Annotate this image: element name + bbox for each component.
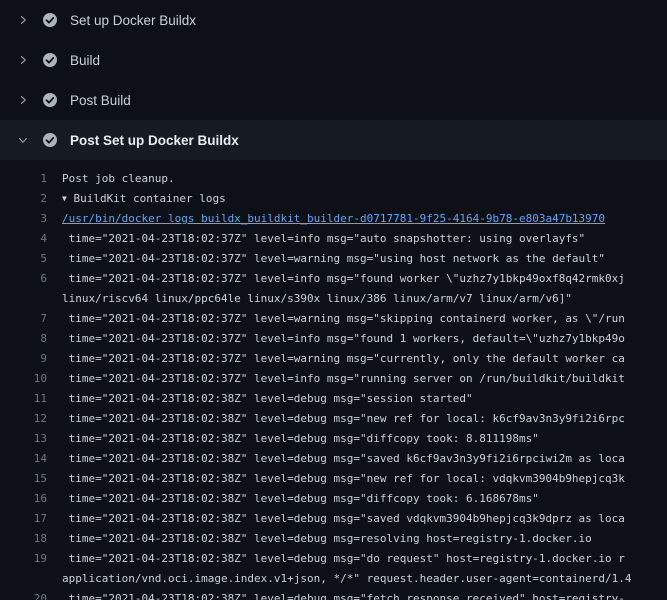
log-line-19: 19 time="2021-04-23T18:02:38Z" level=deb…: [0, 549, 667, 569]
log-text: time="2021-04-23T18:02:37Z" level=warnin…: [62, 349, 625, 369]
step-label: Post Set up Docker Buildx: [70, 133, 239, 148]
log-area: 1 Post job cleanup. 2 ▼ BuildKit container …: [0, 160, 667, 600]
chevron-down-icon: [16, 133, 30, 147]
log-text: time="2021-04-23T18:02:37Z" level=warnin…: [62, 249, 605, 269]
log-text: time="2021-04-23T18:02:38Z" level=debug …: [62, 409, 625, 429]
step-label: Post Build: [70, 93, 131, 108]
log-line-14: 14 time="2021-04-23T18:02:38Z" level=deb…: [0, 449, 667, 469]
log-line-16: 16 time="2021-04-23T18:02:38Z" level=deb…: [0, 489, 667, 509]
log-line-3: 3/usr/bin/docker logs buildx_buildkit_bu…: [0, 209, 667, 229]
log-line-9: 9 time="2021-04-23T18:02:37Z" level=warn…: [0, 349, 667, 369]
log-line-8: 8 time="2021-04-23T18:02:37Z" level=info…: [0, 329, 667, 349]
log-line-12: 12 time="2021-04-23T18:02:38Z" level=deb…: [0, 409, 667, 429]
line-number: [0, 569, 47, 589]
line-number[interactable]: 16: [0, 489, 47, 509]
step-label: Set up Docker Buildx: [70, 13, 196, 28]
log-text: linux/riscv64 linux/ppc64le linux/s390x …: [62, 289, 572, 309]
check-circle-icon: [42, 52, 58, 68]
log-text: time="2021-04-23T18:02:38Z" level=debug …: [62, 509, 625, 529]
line-number[interactable]: 10: [0, 369, 47, 389]
command-link[interactable]: /usr/bin/docker logs buildx_buildkit_bui…: [62, 209, 605, 229]
log-line-2: 2 ▼ BuildKit container logs: [0, 189, 667, 209]
log-line-18: 18 time="2021-04-23T18:02:38Z" level=deb…: [0, 529, 667, 549]
line-number[interactable]: 18: [0, 529, 47, 549]
step-list: Set up Docker Buildx Build Post Build Po…: [0, 0, 667, 160]
log-line-13: 13 time="2021-04-23T18:02:38Z" level=deb…: [0, 429, 667, 449]
check-circle-icon: [42, 132, 58, 148]
line-number[interactable]: 20: [0, 589, 47, 600]
line-number[interactable]: 14: [0, 449, 47, 469]
step-build[interactable]: Build: [0, 40, 667, 80]
line-number[interactable]: 3: [0, 209, 47, 229]
log-text: time="2021-04-23T18:02:38Z" level=debug …: [62, 549, 625, 569]
log-line-continuation: linux/riscv64 linux/ppc64le linux/s390x …: [0, 289, 667, 309]
log-line-17: 17 time="2021-04-23T18:02:38Z" level=deb…: [0, 509, 667, 529]
line-number[interactable]: 1: [0, 169, 47, 189]
log-text: time="2021-04-23T18:02:38Z" level=debug …: [62, 449, 625, 469]
log-text: time="2021-04-23T18:02:37Z" level=info m…: [62, 369, 625, 389]
log-text: time="2021-04-23T18:02:38Z" level=debug …: [62, 389, 473, 409]
log-line-10: 10 time="2021-04-23T18:02:37Z" level=inf…: [0, 369, 667, 389]
chevron-right-icon: [16, 93, 30, 107]
log-text: Post job cleanup.: [62, 169, 175, 189]
group-label: BuildKit container logs: [67, 192, 226, 205]
log-text: time="2021-04-23T18:02:38Z" level=debug …: [62, 429, 539, 449]
log-text: time="2021-04-23T18:02:38Z" level=debug …: [62, 589, 625, 600]
line-number[interactable]: 13: [0, 429, 47, 449]
log-text: time="2021-04-23T18:02:38Z" level=debug …: [62, 469, 625, 489]
log-text: time="2021-04-23T18:02:38Z" level=debug …: [62, 489, 539, 509]
chevron-right-icon: [16, 53, 30, 67]
log-line-1: 1 Post job cleanup.: [0, 169, 667, 189]
step-label: Build: [70, 53, 100, 68]
line-number[interactable]: 6: [0, 269, 47, 289]
line-number[interactable]: 17: [0, 509, 47, 529]
step-post-build[interactable]: Post Build: [0, 80, 667, 120]
line-number: [0, 289, 47, 309]
log-text: application/vnd.oci.image.index.v1+json,…: [62, 569, 632, 589]
log-line-6: 6 time="2021-04-23T18:02:37Z" level=info…: [0, 269, 667, 289]
log-line-7: 7 time="2021-04-23T18:02:37Z" level=warn…: [0, 309, 667, 329]
line-number[interactable]: 5: [0, 249, 47, 269]
chevron-right-icon: [16, 13, 30, 27]
log-line-5: 5 time="2021-04-23T18:02:37Z" level=warn…: [0, 249, 667, 269]
log-line-4: 4 time="2021-04-23T18:02:37Z" level=info…: [0, 229, 667, 249]
line-number[interactable]: 19: [0, 549, 47, 569]
log-text: time="2021-04-23T18:02:37Z" level=info m…: [62, 329, 625, 349]
line-number[interactable]: 8: [0, 329, 47, 349]
log-line-continuation: application/vnd.oci.image.index.v1+json,…: [0, 569, 667, 589]
line-number[interactable]: 7: [0, 309, 47, 329]
line-number[interactable]: 15: [0, 469, 47, 489]
line-number[interactable]: 9: [0, 349, 47, 369]
check-circle-icon: [42, 12, 58, 28]
log-text: time="2021-04-23T18:02:37Z" level=warnin…: [62, 309, 625, 329]
check-circle-icon: [42, 92, 58, 108]
step-set-up-docker-buildx[interactable]: Set up Docker Buildx: [0, 0, 667, 40]
log-line-20: 20 time="2021-04-23T18:02:38Z" level=deb…: [0, 589, 667, 600]
step-post-set-up-docker-buildx[interactable]: Post Set up Docker Buildx: [0, 120, 667, 160]
log-line-15: 15 time="2021-04-23T18:02:38Z" level=deb…: [0, 469, 667, 489]
log-text: time="2021-04-23T18:02:37Z" level=info m…: [62, 269, 625, 289]
line-number[interactable]: 2: [0, 189, 47, 209]
log-rows: 1 Post job cleanup. 2 ▼ BuildKit container …: [0, 169, 667, 600]
line-number[interactable]: 11: [0, 389, 47, 409]
log-text[interactable]: ▼ BuildKit container logs: [62, 189, 226, 209]
log-line-11: 11 time="2021-04-23T18:02:38Z" level=deb…: [0, 389, 667, 409]
line-number[interactable]: 12: [0, 409, 47, 429]
line-number[interactable]: 4: [0, 229, 47, 249]
log-text: time="2021-04-23T18:02:38Z" level=debug …: [62, 529, 592, 549]
log-text: time="2021-04-23T18:02:37Z" level=info m…: [62, 229, 585, 249]
